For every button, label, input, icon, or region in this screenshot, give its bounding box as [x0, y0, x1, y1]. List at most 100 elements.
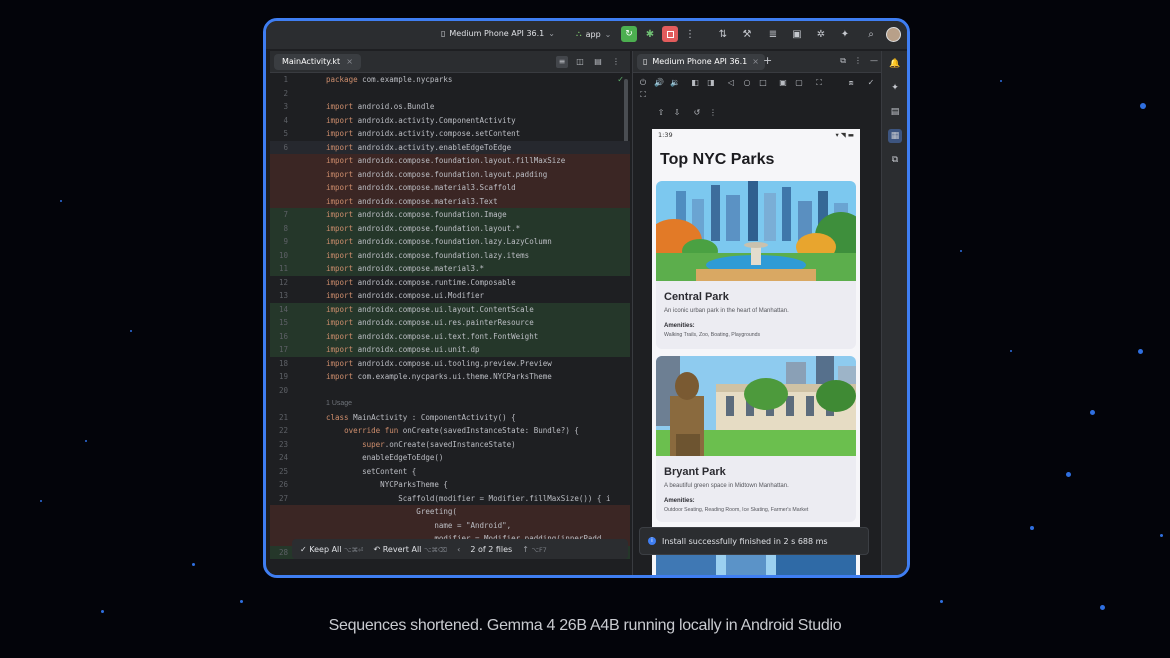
- prev-file-button[interactable]: ‹: [457, 545, 460, 554]
- code-line[interactable]: 14 import androidx.compose.ui.layout.Cont…: [270, 302, 630, 316]
- gemini-icon[interactable]: ✦: [838, 28, 852, 42]
- tab-device[interactable]: ▯ Medium Phone API 36.1 ×: [637, 54, 765, 70]
- fit-screen-icon[interactable]: ⛶: [637, 89, 649, 101]
- code-line[interactable]: 7 import androidx.compose.foundation.Imag…: [270, 208, 630, 222]
- search-icon[interactable]: ⌕: [864, 28, 878, 42]
- download-icon[interactable]: ⇩: [671, 107, 683, 119]
- code-line[interactable]: 12 import androidx.compose.runtime.Compos…: [270, 276, 630, 290]
- code-line[interactable]: 16 import androidx.compose.ui.text.font.F…: [270, 329, 630, 343]
- install-notification[interactable]: i Install successfully finished in 2 s 6…: [639, 527, 869, 555]
- tab-mainactivity[interactable]: MainActivity.kt ×: [274, 54, 361, 70]
- code-line[interactable]: 2: [270, 87, 630, 101]
- code-line[interactable]: 5 import androidx.activity.compose.setCon…: [270, 127, 630, 141]
- next-file-button[interactable]: ↑ ⌥F7: [522, 545, 547, 554]
- line-number: 15: [278, 318, 288, 327]
- code-line[interactable]: 20: [270, 384, 630, 398]
- code-line[interactable]: import androidx.compose.foundation.layou…: [270, 154, 630, 168]
- code-line[interactable]: 26 NYCParksTheme {: [270, 478, 630, 492]
- screenrecord-icon[interactable]: ▢: [793, 77, 805, 89]
- revert-all-button[interactable]: ↶ Revert All ⌥⌘⌫: [373, 545, 447, 554]
- rotate-right-icon[interactable]: ◨: [705, 77, 717, 89]
- profiler-icon[interactable]: ≣: [766, 28, 780, 42]
- screenshot-icon[interactable]: ▣: [777, 77, 789, 89]
- split-view-icon[interactable]: ◫: [574, 56, 586, 68]
- code-line[interactable]: 17 import androidx.compose.ui.unit.dp: [270, 343, 630, 357]
- code-line[interactable]: 1 Usage: [270, 397, 630, 411]
- code-line[interactable]: 25 setContent {: [270, 465, 630, 479]
- debug-button[interactable]: ✱: [643, 28, 657, 42]
- code-line[interactable]: 23 super.onCreate(savedInstanceState): [270, 438, 630, 452]
- overview-icon[interactable]: □: [757, 77, 769, 89]
- code-text: import androidx.activity.ComponentActivi…: [326, 115, 516, 125]
- code-line[interactable]: 13 import androidx.compose.ui.Modifier: [270, 289, 630, 303]
- code-line[interactable]: 10 import androidx.compose.foundation.laz…: [270, 248, 630, 262]
- more-options-icon[interactable]: ⋮: [854, 56, 862, 66]
- code-area[interactable]: ✓ 1 package com.example.nycparks 2 3 import …: [270, 73, 630, 575]
- device-selector[interactable]: ▯ Medium Phone API 36.1 ⌄: [441, 29, 555, 38]
- code-line[interactable]: 9 import androidx.compose.foundation.lazy…: [270, 235, 630, 249]
- code-line[interactable]: 24 enableEdgeToEdge(): [270, 451, 630, 465]
- more-options-icon[interactable]: ⋮: [610, 56, 622, 68]
- upload-icon[interactable]: ⇧: [655, 107, 667, 119]
- fold-icon[interactable]: ⛶: [813, 77, 825, 89]
- code-line[interactable]: 15 import androidx.compose.ui.res.painter…: [270, 316, 630, 330]
- stop-button[interactable]: [662, 26, 678, 42]
- close-icon[interactable]: ×: [346, 54, 353, 70]
- home-icon[interactable]: ○: [741, 77, 753, 89]
- check-icon[interactable]: ✓: [865, 77, 877, 89]
- device-manager-icon[interactable]: ▣: [790, 28, 804, 42]
- code-line[interactable]: 27 Scaffold(modifier = Modifier.fillMaxS…: [270, 492, 630, 506]
- design-view-icon[interactable]: ▤: [592, 56, 604, 68]
- code-line[interactable]: import androidx.compose.material3.Scaffo…: [270, 181, 630, 195]
- notifications-icon[interactable]: 🔔: [888, 57, 902, 71]
- code-line[interactable]: import androidx.compose.material3.Text: [270, 194, 630, 208]
- code-line[interactable]: 1 package com.example.nycparks: [270, 73, 630, 87]
- code-line[interactable]: import androidx.compose.foundation.layou…: [270, 167, 630, 181]
- add-device-icon[interactable]: +: [763, 54, 772, 67]
- device-explorer-icon[interactable]: ▤: [888, 105, 902, 119]
- gemini-icon[interactable]: ✦: [888, 81, 902, 95]
- user-avatar[interactable]: [886, 27, 901, 42]
- reset-icon[interactable]: ↺: [691, 107, 703, 119]
- code-line[interactable]: 11 import androidx.compose.material3.*: [270, 262, 630, 276]
- code-line[interactable]: Greeting(: [270, 505, 630, 519]
- status-icons: ▾ ◥ ▬: [835, 131, 854, 139]
- volume-up-icon[interactable]: 🔊: [653, 77, 665, 89]
- code-line[interactable]: 3 import android.os.Bundle: [270, 100, 630, 114]
- code-line[interactable]: 8 import androidx.compose.foundation.layo…: [270, 221, 630, 235]
- rotate-left-icon[interactable]: ◧: [689, 77, 701, 89]
- power-icon[interactable]: ⏻: [637, 77, 649, 89]
- sync-project-icon[interactable]: ⇅: [716, 28, 730, 42]
- bug-icon[interactable]: ✲: [814, 28, 828, 42]
- park-card[interactable]: Central Park An iconic urban park in the…: [656, 181, 856, 349]
- code-line[interactable]: 22 override fun onCreate(savedInstanceSt…: [270, 424, 630, 438]
- back-icon[interactable]: ◁: [725, 77, 737, 89]
- code-line[interactable]: 21 class MainActivity : ComponentActivity…: [270, 411, 630, 425]
- titlebar: ▯ Medium Phone API 36.1 ⌄ ⛬ app ⌄ ↻ ✱ ⋮ …: [266, 21, 907, 49]
- code-line[interactable]: 6 import androidx.activity.enableEdgeToEd…: [270, 140, 630, 154]
- code-view-icon[interactable]: ≡: [556, 56, 568, 68]
- running-devices-icon[interactable]: ▦: [888, 129, 902, 143]
- mirror-icon[interactable]: ⧈: [845, 77, 857, 89]
- line-number: 18: [278, 358, 288, 368]
- code-line[interactable]: name = "Android",: [270, 518, 630, 532]
- rerun-button[interactable]: ↻: [621, 26, 637, 42]
- code-line[interactable]: 4 import androidx.activity.ComponentActiv…: [270, 114, 630, 128]
- android-icon: ⛬: [576, 29, 582, 38]
- code-line[interactable]: 19 import com.example.nycparks.ui.theme.N…: [270, 370, 630, 384]
- volume-down-icon[interactable]: 🔉: [669, 77, 681, 89]
- device-mirroring-icon[interactable]: ⧉: [888, 153, 902, 167]
- apply-changes-icon[interactable]: ⚒: [740, 28, 754, 42]
- park-card[interactable]: Bryant Park A beautiful green space in M…: [656, 356, 856, 522]
- more-options-icon[interactable]: ⋮: [707, 107, 719, 119]
- code-line[interactable]: 18 import androidx.compose.ui.tooling.pre…: [270, 357, 630, 371]
- keep-all-button[interactable]: ✓ Keep All ⌥⌘⏎: [300, 545, 363, 554]
- run-config-selector[interactable]: ⛬ app ⌄: [576, 29, 611, 39]
- more-options-icon[interactable]: ⋮: [683, 28, 697, 42]
- emulator-screen[interactable]: 1:39 ▾ ◥ ▬ Top NYC Parks Central Park An…: [652, 129, 860, 575]
- amenities-label: Amenities:: [664, 323, 695, 329]
- open-external-icon[interactable]: ⧉: [840, 56, 846, 66]
- code-text: import android.os.Bundle: [326, 102, 435, 111]
- close-icon[interactable]: ×: [752, 54, 759, 70]
- minimize-icon[interactable]: —: [870, 56, 878, 66]
